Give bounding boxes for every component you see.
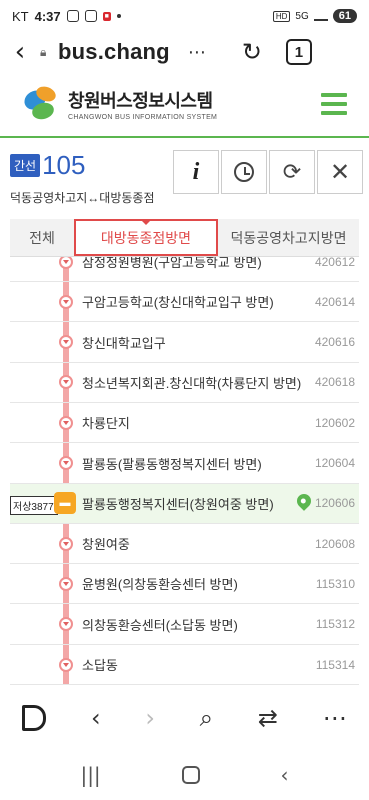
stop-row[interactable]: 삼정정원병원(구암고등학교 방면) 420612 — [10, 257, 359, 282]
more-options-icon[interactable]: ⋯ — [323, 704, 347, 732]
tab-all[interactable]: 전체 — [10, 219, 74, 256]
stop-node-icon — [59, 257, 73, 269]
stop-name: 의창동환승센터(소답동 방면) — [82, 617, 238, 633]
stop-node-icon — [59, 375, 73, 390]
stop-list[interactable]: 삼정정원병원(구암고등학교 방면) 420612 구암고등학교(창신대학교입구 방면… — [10, 257, 359, 685]
stop-code: 120602 — [314, 415, 355, 430]
system-nav-bar: ||| ‹ — [0, 750, 369, 800]
close-button[interactable]: ✕ — [317, 150, 363, 194]
carrier-label: KT — [12, 8, 29, 24]
changwon-logo-icon[interactable] — [20, 84, 60, 123]
facebook-icon — [66, 10, 79, 22]
battery-level: 61 — [332, 9, 357, 23]
back-icon[interactable]: ‹ — [91, 704, 101, 732]
stop-row[interactable]: 구암고등학교(창신대학교입구 방면) 420614 — [10, 282, 359, 323]
stop-row[interactable]: 팔룡동행정복지센터(창원여중 방면) 120606 저상3877 ▬ — [10, 483, 359, 524]
browser-toolbar: ‹ › ⌕ ⇄ ⋯ — [0, 690, 369, 746]
clock-time: 4:37 — [34, 8, 61, 24]
stop-node-icon — [59, 657, 73, 672]
stop-row[interactable]: 소답동 115314 — [10, 645, 359, 685]
stop-name: 차룡단지 — [82, 416, 130, 432]
stop-code: 120606 — [314, 496, 355, 511]
info-button[interactable]: i — [173, 150, 219, 194]
reload-icon[interactable]: ↻ — [242, 38, 262, 66]
route-type-badge: 간선 — [10, 154, 41, 177]
stop-node-icon — [59, 617, 73, 632]
bus-icon[interactable]: ▬ — [54, 491, 76, 514]
route-description: 덕동공영차고지↔대방동종점 — [10, 191, 155, 205]
stop-name: 구암고등학교(창신대학교입구 방면) — [82, 295, 274, 311]
stop-node-icon — [59, 536, 73, 551]
stop-row[interactable]: 창신대학교입구 420616 — [10, 323, 359, 363]
stop-name: 창신대학교입구 — [82, 335, 166, 351]
news-app-icon: ■ — [102, 11, 111, 21]
stop-row[interactable]: 청소년복지회관.창신대학(차룡단지 방면) 420618 — [10, 363, 359, 403]
forward-icon[interactable]: › — [145, 704, 155, 732]
route-actions: i ⟳ ✕ — [173, 150, 365, 194]
site-title: 창원버스정보시스템 — [68, 91, 213, 111]
stop-node-icon — [59, 294, 73, 309]
stop-code: 115310 — [315, 576, 355, 591]
stop-name: 창원여중 — [82, 537, 130, 553]
lock-icon[interactable]: 🔒︎ — [40, 45, 54, 60]
stop-row[interactable]: 창원여중 120608 — [10, 524, 359, 565]
search-icon[interactable]: ⌕ — [200, 704, 213, 732]
direction-tabs: 전체 대방동종점방면 덕동공영차고지방면 — [10, 219, 359, 257]
more-dots-icon[interactable]: ⋯ — [188, 42, 206, 63]
stop-code: 115314 — [315, 657, 355, 672]
stop-code: 420614 — [314, 294, 355, 309]
stop-name: 청소년복지회관.창신대학(차룡단지 방면) — [82, 375, 302, 391]
network-label: 5G — [295, 10, 309, 22]
tabs-count-button[interactable]: 1 — [285, 39, 312, 65]
stop-code: 120604 — [314, 456, 355, 470]
stop-row[interactable]: 윤병원(의창동환승센터 방면) 115310 — [10, 564, 359, 605]
site-header: 창원버스정보시스템 CHANGWON BUS INFORMATION SYSTE… — [0, 72, 369, 138]
browser-home-icon[interactable] — [22, 705, 47, 731]
stop-code: 120608 — [314, 536, 355, 551]
stop-node-icon — [59, 335, 73, 350]
bus-plate-label: 저상3877 — [10, 495, 58, 515]
stop-code: 420616 — [314, 335, 355, 350]
back-icon[interactable]: ‹ — [0, 37, 40, 67]
hd-voice-icon: HD — [272, 10, 291, 22]
location-pin-icon[interactable] — [294, 490, 314, 511]
stop-node-icon — [59, 456, 73, 470]
stop-name: 소답동 — [82, 658, 118, 673]
stop-row[interactable]: 의창동환승센터(소답동 방면) 115312 — [10, 605, 359, 645]
refresh-button[interactable]: ⟳ — [269, 150, 315, 194]
refresh-icon: ⟳ — [282, 159, 302, 185]
stop-code: 420612 — [314, 257, 355, 269]
url-text[interactable]: bus.chang — [58, 39, 170, 65]
status-bar: KT 4:37 ■ HD 5G 61 — [0, 0, 369, 32]
recent-apps-icon[interactable]: ||| — [80, 763, 100, 787]
screenshot-icon — [84, 10, 97, 22]
stop-name: 윤병원(의창동환승센터 방면) — [82, 577, 238, 593]
notification-dot-icon — [116, 14, 121, 18]
site-subtitle: CHANGWON BUS INFORMATION SYSTEM — [68, 114, 218, 121]
stop-node-icon — [59, 576, 73, 591]
share-icon[interactable]: ⇄ — [258, 704, 278, 732]
signal-icon — [313, 11, 328, 21]
info-icon: i — [192, 158, 200, 185]
site-brand[interactable]: 창원버스정보시스템 CHANGWON BUS INFORMATION SYSTE… — [68, 87, 217, 121]
stop-name: 삼정정원병원(구암고등학교 방면) — [82, 257, 262, 270]
browser-address-bar: ‹ 🔒︎ bus.chang ⋯ ↻ 1 — [0, 32, 369, 72]
stop-name: 팔룡동(팔룡동행정복지센터 방면) — [82, 456, 262, 472]
stop-node-icon — [59, 415, 73, 430]
timetable-button[interactable] — [221, 150, 267, 194]
hamburger-menu-icon[interactable] — [321, 88, 347, 120]
stop-code: 115312 — [315, 617, 355, 632]
close-icon: ✕ — [329, 158, 351, 186]
stop-code: 420618 — [314, 375, 355, 390]
clock-icon — [234, 162, 254, 182]
tab-deokdong[interactable]: 덕동공영차고지방면 — [218, 219, 359, 256]
stop-row[interactable]: 차룡단지 120602 — [10, 403, 359, 444]
system-back-icon[interactable]: ‹ — [281, 763, 289, 787]
stop-name: 팔룡동행정복지센터(창원여중 방면) — [82, 496, 274, 512]
tab-daebang[interactable]: 대방동종점방면 — [74, 219, 218, 256]
home-icon[interactable] — [181, 766, 200, 784]
stop-row[interactable]: 팔룡동(팔룡동행정복지센터 방면) 120604 — [10, 444, 359, 484]
route-info: 간선 105 덕동공영차고지↔대방동종점 — [10, 150, 154, 206]
route-number: 105 — [42, 150, 86, 180]
